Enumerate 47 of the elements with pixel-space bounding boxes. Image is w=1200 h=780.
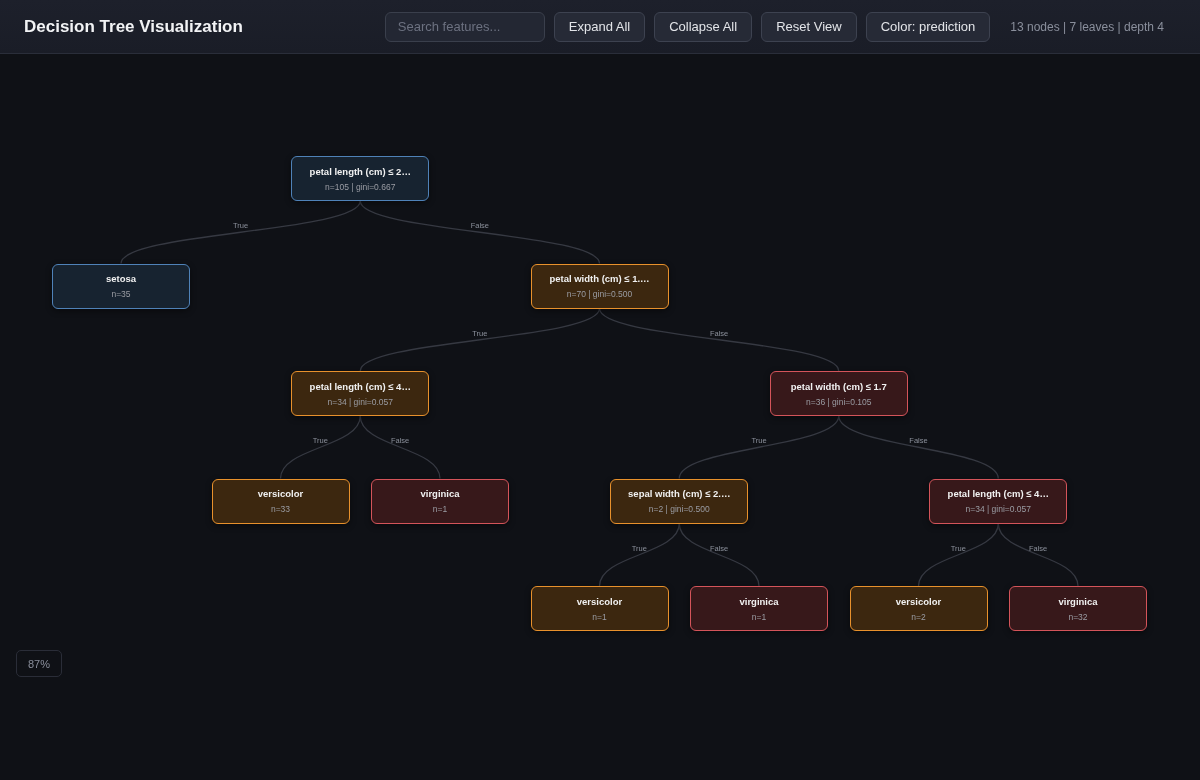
node-stats: n=36 | gini=0.105: [805, 396, 872, 407]
tree-node[interactable]: versicolor n=1: [530, 586, 669, 631]
node-title: sepal width (cm) ≤ 2.…: [628, 488, 731, 499]
node-stats: n=70 | gini=0.500: [566, 289, 633, 299]
node-stats: n=2: [911, 611, 926, 622]
node-title: virginica: [739, 595, 779, 607]
node-stats: n=35: [111, 289, 131, 299]
tree-node[interactable]: petal width (cm) ≤ 1.… n=70 | gini=0.500: [530, 263, 669, 309]
node-stats: n=1: [432, 504, 448, 514]
node-stats: n=105 | gini=0.667: [325, 181, 396, 192]
collapse-all-button[interactable]: Collapse All: [654, 11, 753, 42]
node-stats: n=32: [1068, 611, 1088, 622]
app-title: Decision Tree Visualization: [24, 16, 243, 37]
expand-all-button[interactable]: Expand All: [553, 11, 646, 42]
zoom-level-indicator: 87%: [16, 650, 62, 677]
tree-node[interactable]: petal length (cm) ≤ 4… n=34 | gini=0.057: [291, 371, 430, 416]
tree-node[interactable]: virginica n=32: [1009, 586, 1147, 631]
search-field[interactable]: Search features...: [384, 11, 545, 42]
tree-node[interactable]: versicolor n=33: [211, 478, 350, 524]
reset-view-button[interactable]: Reset View: [761, 11, 857, 42]
node-stats: n=34 | gini=0.057: [965, 504, 1031, 514]
node-title: petal length (cm) ≤ 4…: [947, 488, 1049, 499]
color-mode-button[interactable]: Color: prediction: [865, 11, 991, 42]
node-stats: n=33: [270, 504, 291, 514]
tree-node[interactable]: sepal width (cm) ≤ 2.… n=2 | gini=0.500: [610, 478, 749, 524]
node-stats: n=1: [592, 611, 607, 622]
tree-node[interactable]: virginica n=1: [690, 586, 828, 631]
node-title: virginica: [1058, 595, 1098, 607]
node-title: petal length (cm) ≤ 2…: [309, 165, 411, 177]
node-title: setosa: [105, 273, 137, 284]
tree-stats: 13 nodes | 7 leaves | depth 4: [1010, 19, 1164, 34]
tree-node[interactable]: petal length (cm) ≤ 4… n=34 | gini=0.057: [929, 478, 1068, 524]
node-title: versicolor: [895, 595, 942, 607]
node-stats: n=2 | gini=0.500: [648, 504, 710, 514]
node-title: petal width (cm) ≤ 1.…: [549, 273, 650, 284]
node-title: virginica: [420, 488, 460, 499]
tree-node[interactable]: petal length (cm) ≤ 2… n=105 | gini=0.667: [291, 156, 430, 201]
node-title: versicolor: [257, 488, 304, 499]
node-stats: n=34 | gini=0.057: [327, 396, 393, 407]
tree-node[interactable]: virginica n=1: [371, 478, 509, 524]
node-title: versicolor: [576, 595, 623, 607]
tree-node[interactable]: petal width (cm) ≤ 1.7 n=36 | gini=0.105: [769, 371, 908, 416]
node-stats: n=1: [751, 611, 767, 622]
tree-node[interactable]: setosa n=35: [52, 263, 190, 309]
node-title: petal width (cm) ≤ 1.7: [790, 380, 887, 392]
tree-node[interactable]: versicolor n=2: [849, 586, 988, 631]
node-title: petal length (cm) ≤ 4…: [309, 380, 411, 392]
